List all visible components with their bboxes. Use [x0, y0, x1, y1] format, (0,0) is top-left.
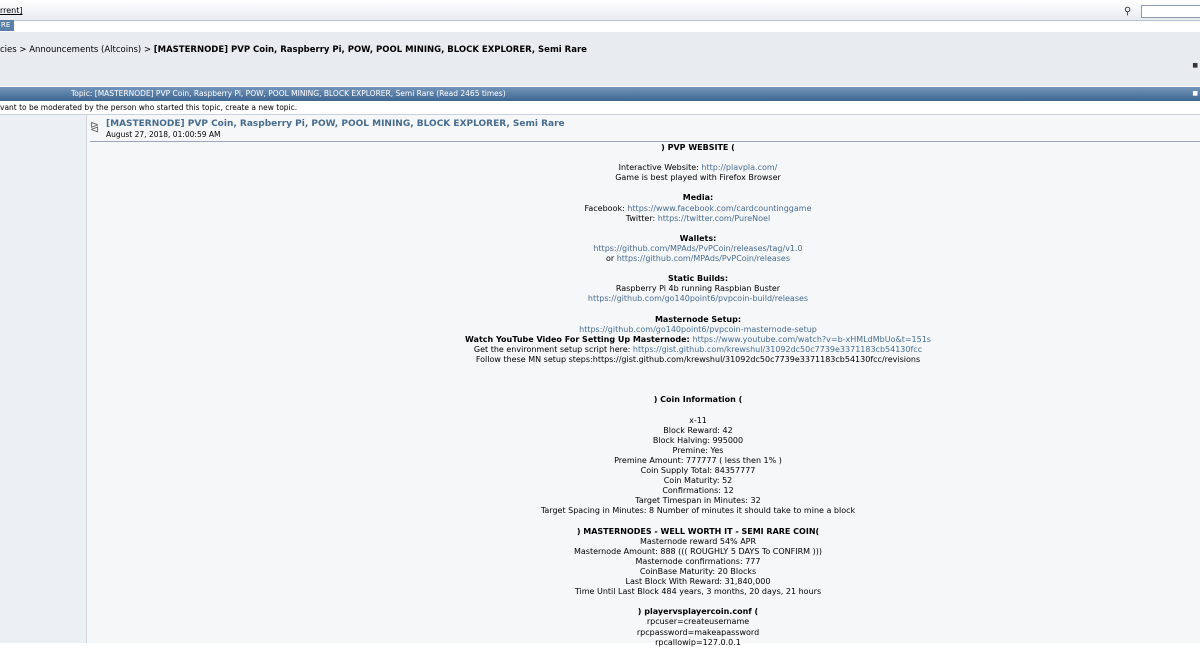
facebook-line: Facebook: https://www.facebook.com/cardc…: [584, 203, 812, 213]
poster-info-column: [0, 115, 87, 643]
coin-info-line: Block Halving: 995000: [652, 435, 744, 445]
coin-info-heading: ) Coin Information (: [653, 395, 743, 405]
topic-title: Topic: [MASTERNODE] PVP Coin, Raspberry …: [71, 89, 506, 98]
builds-link[interactable]: https://github.com/go140point6/pvpcoin-b…: [588, 294, 808, 303]
env-script-line: Get the environment setup script here: h…: [473, 344, 923, 354]
coin-info-line: Premine Amount: 777777 ( less then 1% ): [614, 455, 782, 465]
masternode-info-line: Masternode reward 54% APR: [639, 536, 757, 546]
wallets-heading: Wallets:: [679, 233, 717, 243]
top-bar: rrent] ⚲: [0, 0, 1200, 21]
coin-info-line: Coin Supply Total: 84357777: [640, 466, 756, 475]
search-input[interactable]: [1141, 5, 1200, 18]
post-title-link[interactable]: [MASTERNODE] PVP Coin, Raspberry Pi, POW…: [106, 119, 565, 129]
follow-steps-line: Follow these MN setup steps:https://gist…: [475, 354, 921, 364]
masternode-info-line: Masternode Amount: 888 ((( ROUGHLY 5 DAY…: [573, 546, 822, 556]
coin-info-line: Confirmations: 12: [662, 486, 734, 496]
wallet-release-link[interactable]: https://github.com/MPAds/PvPCoin/release…: [593, 244, 802, 253]
youtube-line: Watch YouTube Video For Setting Up Maste…: [465, 334, 931, 344]
static-builds-heading: Static Builds:: [667, 274, 729, 284]
builds-text: Raspberry Pi 4b running Raspbian Buster: [615, 284, 781, 294]
recent-posts-link[interactable]: rrent]: [0, 6, 23, 15]
corner-square-icon: ■: [1192, 62, 1198, 69]
coin-info-line: Target Spacing in Minutes: 8 Number of m…: [540, 506, 856, 516]
post-header: ⧎ [MASTERNODE] PVP Coin, Raspberry Pi, P…: [90, 119, 1200, 143]
masternode-info-line: Time Until Last Block 484 years, 3 month…: [574, 587, 822, 597]
masternode-setup-link[interactable]: https://github.com/go140point6/pvpcoin-m…: [579, 325, 817, 334]
navigation-area: cies > Announcements (Altcoins) > [MASTE…: [0, 32, 1200, 86]
coin-info-line: Block Reward: 42: [663, 425, 733, 435]
coin-info-line: x-11: [689, 415, 707, 425]
twitter-line: Twitter: https://twitter.com/PureNoel: [625, 213, 771, 223]
search-icon[interactable]: ⚲: [1124, 6, 1136, 18]
youtube-link[interactable]: https://www.youtube.com/watch?v=b-xHMLdM…: [693, 335, 931, 344]
coin-info-line: Premine: Yes: [672, 445, 724, 455]
coin-info-line: Target Timespan in Minutes: 32: [635, 496, 761, 506]
moderation-notice: vant to be moderated by the person who s…: [0, 101, 1200, 115]
media-heading: Media:: [682, 193, 714, 203]
wallet-releases-link[interactable]: https://github.com/MPAds/PvPCoin/release…: [617, 254, 790, 263]
interactive-website-line: Interactive Website: http://plavpla.com/: [618, 163, 778, 173]
corner-square-icon: ■: [1192, 90, 1198, 97]
breadcrumb-current[interactable]: [MASTERNODE] PVP Coin, Raspberry Pi, POW…: [154, 45, 587, 55]
nav-tab[interactable]: RE: [0, 20, 14, 31]
interactive-website-link[interactable]: http://plavpla.com/: [701, 163, 777, 172]
breadcrumb: cies > Announcements (Altcoins) > [MASTE…: [0, 45, 587, 55]
masternode-info-line: Masternode confirmations: 777: [635, 556, 761, 566]
twitter-link[interactable]: https://twitter.com/PureNoel: [658, 214, 770, 223]
masternode-info-line: CoinBase Maturity: 20 Blocks: [639, 566, 757, 576]
conf-line: rpcpassword=makeapassword: [636, 627, 760, 637]
facebook-link[interactable]: https://www.facebook.com/cardcountinggam…: [627, 204, 811, 213]
env-script-link[interactable]: https://gist.github.com/krewshul/31092dc…: [633, 345, 922, 354]
post-date: August 27, 2018, 01:00:59 AM: [106, 130, 221, 139]
post-icon: ⧎: [90, 120, 100, 133]
masternodes-heading: ) MASTERNODES - WELL WORTH IT - SEMI RAR…: [576, 526, 820, 536]
coin-info-line: Coin Maturity: 52: [663, 476, 733, 486]
firefox-note: Game is best played with Firefox Browser: [615, 173, 781, 183]
website-heading: ) PVP WEBSITE (: [661, 143, 735, 152]
conf-heading: ) playervsplayercoin.conf (: [637, 607, 759, 617]
post-body: ) PVP WEBSITE ( Interactive Website: htt…: [300, 143, 1096, 648]
masternode-setup-heading: Masternode Setup:: [654, 314, 742, 324]
topic-header-bar: Topic: [MASTERNODE] PVP Coin, Raspberry …: [0, 87, 1200, 101]
breadcrumb-path[interactable]: cies > Announcements (Altcoins) >: [0, 45, 154, 55]
masternode-info-line: Last Block With Reward: 31,840,000: [625, 577, 771, 587]
divider: [90, 141, 1200, 142]
conf-line: rpcuser=createusername: [646, 617, 750, 627]
